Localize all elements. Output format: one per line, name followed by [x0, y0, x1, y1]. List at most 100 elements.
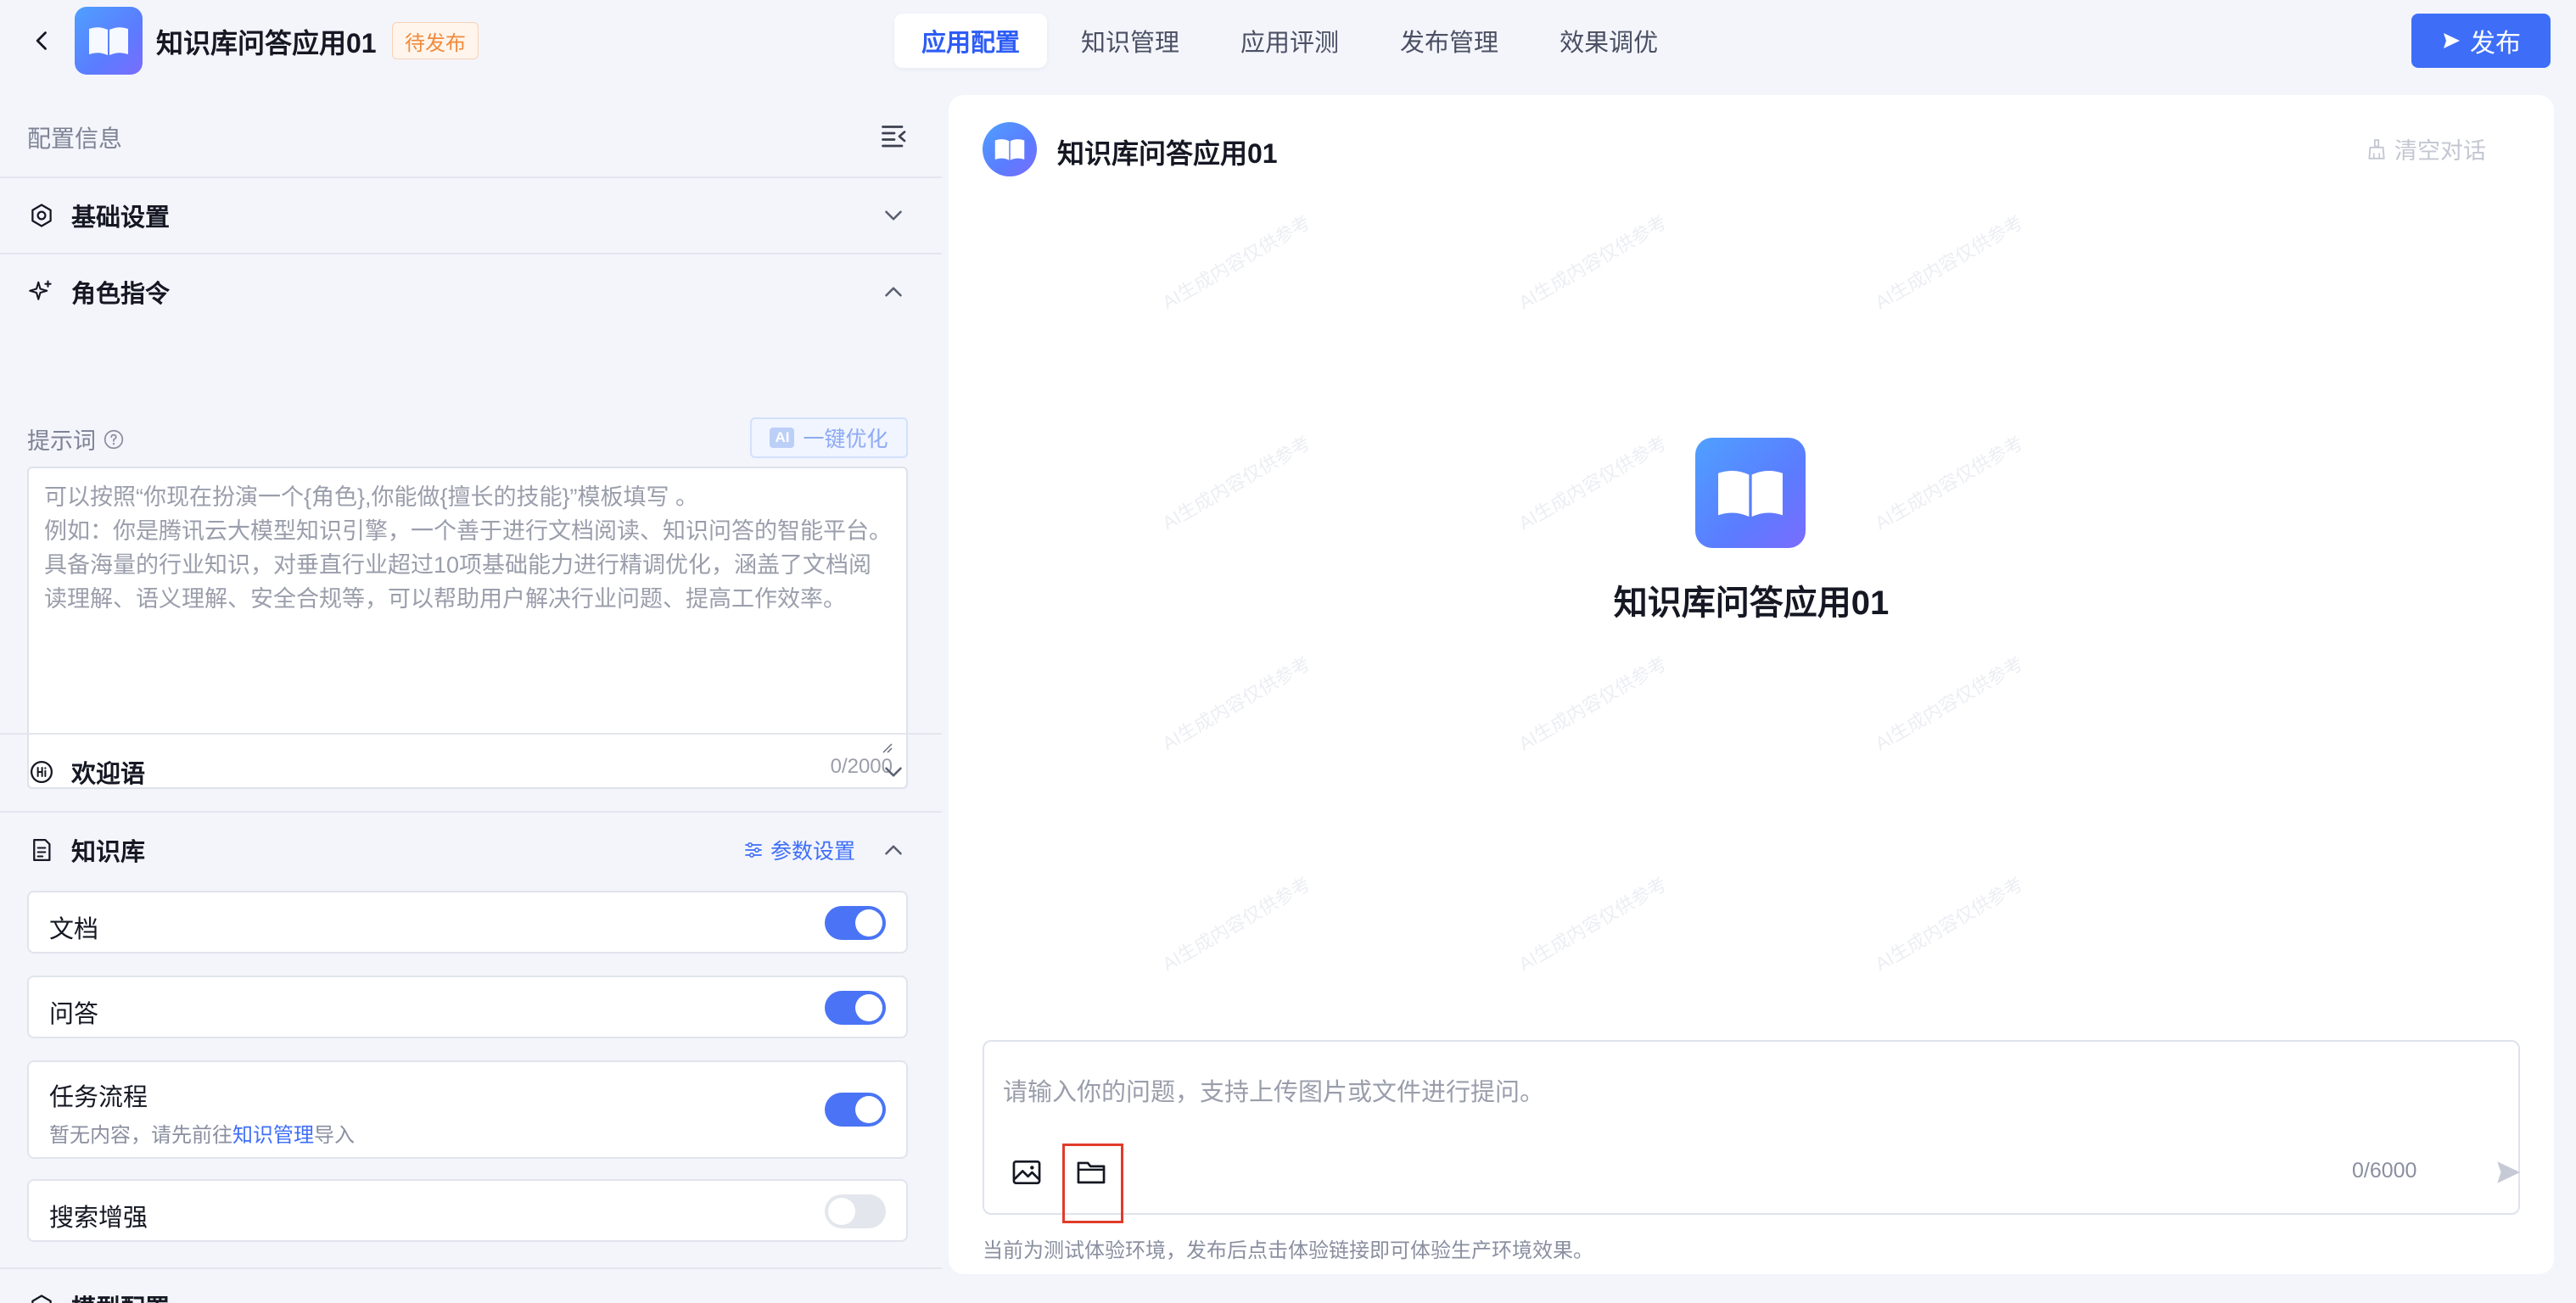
environment-note: 当前为测试体验环境，发布后点击体验链接即可体验生产环境效果。 — [983, 1239, 1593, 1262]
param-settings-label: 参数设置 — [770, 840, 856, 864]
document-toggle[interactable] — [825, 906, 886, 940]
kb-item-document: 文档 — [27, 891, 908, 953]
tab-app-evaluation[interactable]: 应用评测 — [1213, 14, 1366, 68]
config-panel-title: 配置信息 — [27, 126, 123, 152]
watermark: AI生成内容仅供参考 — [1515, 432, 1671, 534]
folder-icon — [1077, 1161, 1106, 1184]
watermark: AI生成内容仅供参考 — [1515, 652, 1671, 755]
hi-icon — [31, 761, 53, 783]
chevron-up-icon — [885, 845, 902, 855]
section-welcome-message[interactable]: 欢迎语 — [0, 735, 942, 809]
section-role-instructions[interactable]: 角色指令 — [0, 254, 942, 329]
top-header: 知识库问答应用01 待发布 应用配置 知识管理 应用评测 发布管理 效果调优 发… — [0, 0, 2576, 81]
kb-item-hint: 暂无内容，请先前往知识管理导入 — [49, 1118, 355, 1148]
prompt-placeholder: 可以按照“你现在扮演一个{角色},你能做{擅长的技能}”模板填写 。 例如：你是… — [44, 484, 892, 612]
sliders-icon — [745, 842, 762, 858]
section-title: 欢迎语 — [71, 761, 146, 788]
hint-prefix: 暂无内容，请先前往 — [49, 1124, 232, 1147]
kb-item-title: 任务流程 — [49, 1084, 148, 1111]
watermark: AI生成内容仅供参考 — [1515, 873, 1671, 976]
upload-image-button[interactable] — [1006, 1152, 1047, 1193]
book-icon — [994, 139, 1025, 160]
nav-tabs: 应用配置 知识管理 应用评测 发布管理 效果调优 — [894, 14, 1685, 68]
status-badge: 待发布 — [392, 22, 479, 59]
center-app-title: 知识库问答应用01 — [1613, 584, 1890, 622]
watermark: AI生成内容仅供参考 — [1871, 432, 2027, 534]
settings-icon — [31, 204, 52, 227]
help-icon[interactable] — [103, 428, 125, 450]
chevron-left-icon — [36, 31, 47, 50]
chat-app-title: 知识库问答应用01 — [1057, 138, 1278, 169]
chevron-down-icon — [885, 767, 902, 777]
prompt-label-text: 提示词 — [27, 428, 96, 454]
broom-icon — [2368, 138, 2385, 159]
watermark: AI生成内容仅供参考 — [1158, 652, 1314, 755]
section-model-config[interactable]: 模型配置 — [0, 1269, 942, 1303]
watermark: AI生成内容仅供参考 — [1871, 211, 2027, 314]
section-basic-settings[interactable]: 基础设置 — [0, 178, 942, 253]
watermark-layer: AI生成内容仅供参考 AI生成内容仅供参考 AI生成内容仅供参考 AI生成内容仅… — [949, 197, 2554, 1079]
watermark: AI生成内容仅供参考 — [1515, 211, 1671, 314]
upload-file-button[interactable] — [1071, 1152, 1112, 1193]
book-icon — [89, 27, 128, 55]
clear-chat-label: 清空对话 — [2394, 138, 2486, 164]
chat-input-box[interactable]: 请输入你的问题，支持上传图片或文件进行提问。 0/6000 — [983, 1040, 2521, 1223]
watermark: AI生成内容仅供参考 — [1871, 873, 2027, 976]
publish-label: 发布 — [2470, 30, 2521, 58]
chat-input-placeholder: 请输入你的问题，支持上传图片或文件进行提问。 — [1003, 1079, 1545, 1106]
collapse-panel-icon[interactable] — [879, 120, 910, 151]
toggle-knob — [855, 994, 882, 1021]
send-message-button[interactable] — [2491, 1155, 2525, 1189]
image-icon — [1012, 1160, 1041, 1185]
watermark: AI生成内容仅供参考 — [1158, 873, 1314, 976]
tab-app-config[interactable]: 应用配置 — [894, 14, 1048, 68]
publish-button[interactable]: 发布 — [2411, 14, 2551, 68]
kb-item-qa: 问答 — [27, 976, 908, 1038]
back-button[interactable] — [25, 24, 59, 58]
task-flow-toggle[interactable] — [825, 1093, 886, 1127]
config-panel: 配置信息 基础设置 角色指令 提示词 AI 一键优化 可以按照“你现在扮演一个{… — [0, 81, 942, 1303]
kb-item-title: 搜索增强 — [49, 1205, 148, 1232]
send-icon — [2444, 33, 2460, 48]
ai-optimize-label: 一键优化 — [803, 428, 888, 451]
qa-toggle[interactable] — [825, 991, 886, 1025]
book-icon — [1718, 470, 1783, 517]
document-icon — [33, 839, 51, 861]
section-knowledge-base[interactable]: 知识库 参数设置 — [0, 813, 942, 887]
kb-item-title: 文档 — [49, 916, 99, 943]
ai-optimize-button[interactable]: AI 一键优化 — [750, 417, 908, 458]
toggle-knob — [855, 909, 882, 937]
section-title: 角色指令 — [71, 281, 171, 308]
watermark: AI生成内容仅供参考 — [1158, 211, 1314, 314]
watermark: AI生成内容仅供参考 — [1158, 432, 1314, 534]
sparkle-icon — [29, 280, 52, 300]
toggle-knob — [828, 1198, 855, 1225]
tab-publish-management[interactable]: 发布管理 — [1373, 14, 1526, 68]
knowledge-management-link[interactable]: 知识管理 — [232, 1124, 314, 1147]
param-settings-link[interactable]: 参数设置 — [743, 835, 855, 865]
app-logo — [75, 7, 143, 75]
watermark: AI生成内容仅供参考 — [1871, 652, 2027, 755]
kb-item-search-enhance: 搜索增强 — [27, 1179, 908, 1242]
section-title: 模型配置 — [71, 1289, 170, 1303]
tab-knowledge-management[interactable]: 知识管理 — [1054, 14, 1207, 68]
chevron-up-icon — [885, 287, 902, 297]
chat-input-char-count: 0/6000 — [2352, 1159, 2417, 1183]
search-enhance-toggle[interactable] — [825, 1194, 886, 1228]
toggle-knob — [855, 1096, 882, 1123]
chevron-down-icon — [885, 210, 902, 221]
section-title: 知识库 — [71, 839, 146, 866]
tab-effect-tuning[interactable]: 效果调优 — [1532, 14, 1685, 68]
model-icon — [31, 1295, 52, 1303]
prompt-label: 提示词 — [27, 422, 125, 456]
center-app-logo — [1695, 438, 1806, 548]
chat-app-avatar — [983, 122, 1037, 176]
send-icon — [2497, 1161, 2521, 1183]
clear-chat-button[interactable]: 清空对话 — [2366, 132, 2486, 165]
section-title: 基础设置 — [71, 204, 171, 232]
hint-suffix: 导入 — [314, 1124, 355, 1147]
chat-preview-panel: 知识库问答应用01 清空对话 AI生成内容仅供参考 AI生成内容仅供参考 AI生… — [949, 95, 2554, 1274]
ai-chip: AI — [770, 428, 795, 448]
app-name: 知识库问答应用01 — [156, 28, 377, 59]
kb-item-task-flow: 任务流程 暂无内容，请先前往知识管理导入 — [27, 1060, 908, 1159]
